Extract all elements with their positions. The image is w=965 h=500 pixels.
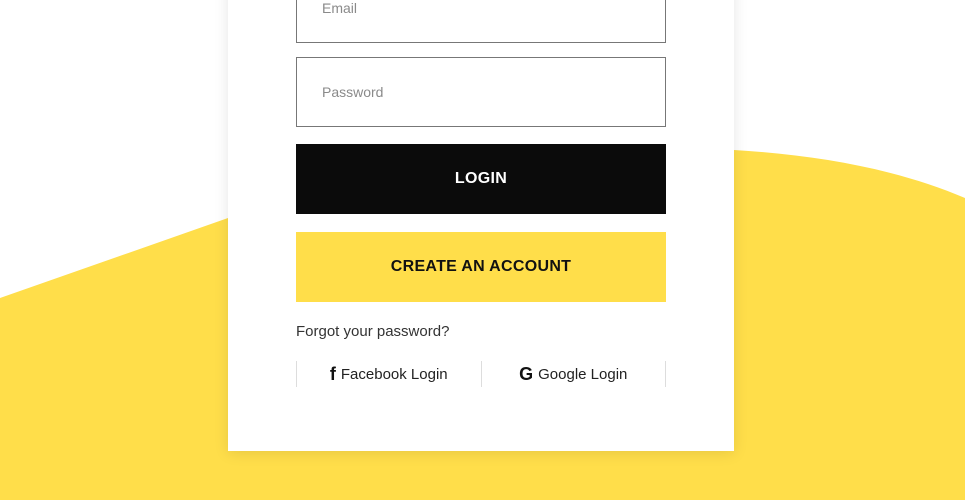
google-login-label: Google Login bbox=[538, 365, 628, 383]
forgot-password-link[interactable]: Forgot your password? bbox=[296, 323, 449, 340]
password-input[interactable] bbox=[296, 57, 666, 127]
google-login-button[interactable]: G Google Login bbox=[480, 361, 666, 387]
facebook-icon: f bbox=[329, 363, 336, 384]
login-button[interactable]: LOGIN bbox=[296, 144, 666, 214]
facebook-login-label: Facebook Login bbox=[340, 365, 448, 383]
social-login-row: f Facebook Login G Google Login bbox=[296, 361, 666, 387]
facebook-login-button[interactable]: f Facebook Login bbox=[296, 361, 481, 387]
login-card: LOGIN CREATE AN ACCOUNT Forgot your pass… bbox=[228, 0, 734, 451]
create-account-button[interactable]: CREATE AN ACCOUNT bbox=[296, 232, 666, 302]
google-icon: G bbox=[519, 363, 534, 384]
email-input[interactable] bbox=[296, 0, 666, 43]
page: LOGIN CREATE AN ACCOUNT Forgot your pass… bbox=[0, 0, 965, 500]
